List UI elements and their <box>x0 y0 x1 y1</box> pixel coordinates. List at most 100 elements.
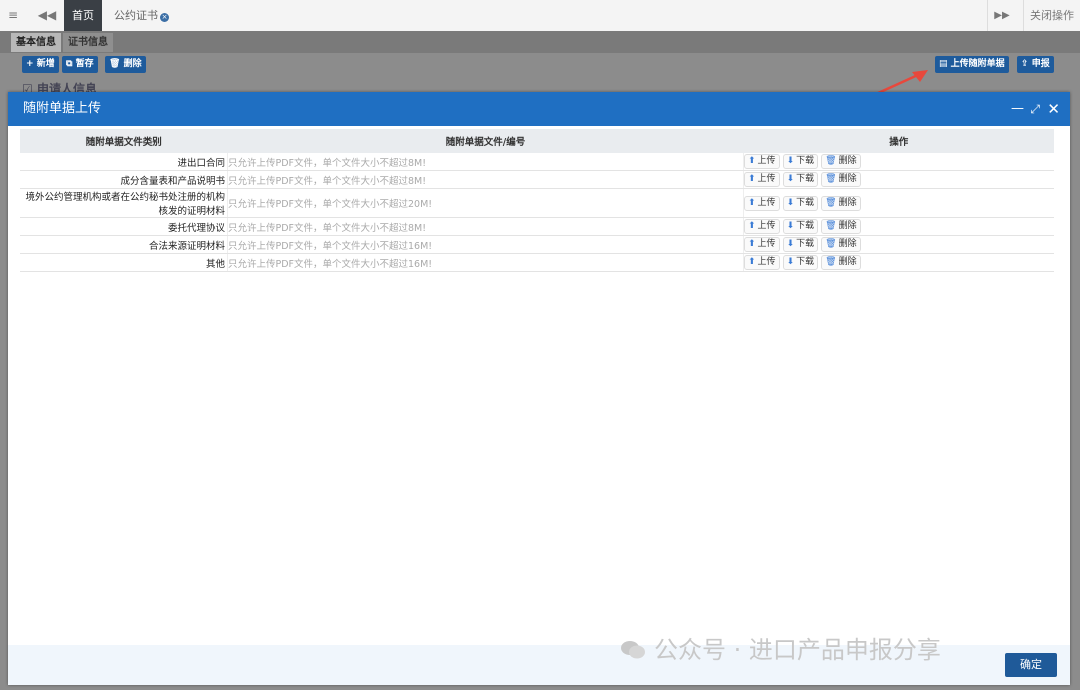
trash-icon: 🗑 <box>825 257 837 267</box>
upload-dialog: 随附单据上传 — ⤢ ✕ 随附单据文件类别 随附单据文件/编号 操作 进出口合同… <box>8 92 1070 685</box>
delete-button[interactable]: 🗑 删除 <box>821 195 861 211</box>
download-label: 下载 <box>796 221 815 231</box>
row-ops: ⬆ 上传 ⬇ 下载 🗑 删除 <box>743 235 1054 254</box>
double-left-icon[interactable]: ◀◀ <box>34 0 60 31</box>
row-category: 合法来源证明材料 <box>20 235 228 254</box>
attachments-table: 随附单据文件类别 随附单据文件/编号 操作 进出口合同 只允许上传PDF文件，单个… <box>20 129 1054 272</box>
trash-icon: 🗑 <box>825 221 837 231</box>
watermark: 公众号 · 进口产品申报分享 <box>620 630 941 665</box>
table-row: 进出口合同 只允许上传PDF文件，单个文件大小不超过8M! ⬆ 上传 ⬇ 下载 🗑 删除 <box>20 153 1054 171</box>
row-category: 成分含量表和产品说明书 <box>20 170 228 189</box>
delete-label: 删除 <box>838 221 857 231</box>
delete-label: 删除 <box>838 156 857 166</box>
column-header-ops: 操作 <box>743 129 1054 153</box>
download-label: 下载 <box>796 197 815 208</box>
upload-label: 上传 <box>757 221 776 231</box>
upload-docs-button[interactable]: ▤ 上传随附单据 <box>935 56 1009 73</box>
add-label: 新增 <box>36 59 55 69</box>
hamburger-icon[interactable]: ≡ <box>0 0 26 31</box>
dialog-header: 随附单据上传 — ⤢ ✕ <box>8 92 1070 126</box>
upload-icon: ⬆ <box>748 221 756 231</box>
row-ops: ⬆ 上传 ⬇ 下载 🗑 删除 <box>743 170 1054 189</box>
download-button[interactable]: ⬇ 下载 <box>782 255 819 270</box>
upload-icon: ⬆ <box>748 174 756 184</box>
subtab-cert-info[interactable]: 证书信息 <box>63 33 113 52</box>
tab-cert[interactable]: 公约证书 × <box>108 0 175 31</box>
download-button[interactable]: ⬇ 下载 <box>782 237 819 252</box>
column-header-file: 随附单据文件/编号 <box>227 129 744 153</box>
double-right-icon[interactable]: ▶▶ <box>987 0 1016 31</box>
delete-button[interactable]: 🗑 删除 <box>821 237 861 252</box>
upload-label: 上传 <box>757 257 776 267</box>
close-icon[interactable]: ✕ <box>1047 92 1060 126</box>
download-icon: ⬇ <box>786 257 795 267</box>
add-button[interactable]: + 新增 <box>22 56 59 73</box>
delete-button[interactable]: 🗑 删除 <box>821 154 861 169</box>
subtab-basic-info[interactable]: 基本信息 <box>11 33 61 52</box>
trash-icon: 🗑 <box>825 239 837 249</box>
download-label: 下载 <box>796 174 815 184</box>
row-hint: 只允许上传PDF文件，单个文件大小不超过8M! <box>227 217 744 236</box>
download-button[interactable]: ⬇ 下载 <box>782 154 819 169</box>
download-button[interactable]: ⬇ 下载 <box>782 219 819 234</box>
save-draft-button[interactable]: ⧉ 暂存 <box>62 56 98 73</box>
delete-label: 删除 <box>838 239 857 249</box>
download-icon: ⬇ <box>786 197 795 208</box>
row-category: 其他 <box>20 253 228 272</box>
delete-label: 删除 <box>838 257 857 267</box>
upload-button[interactable]: ⬆ 上传 <box>744 219 780 234</box>
row-ops: ⬆ 上传 ⬇ 下载 🗑 删除 <box>743 188 1054 218</box>
tab-cert-label: 公约证书 <box>114 9 158 22</box>
close-icon[interactable]: × <box>160 13 169 22</box>
upload-button[interactable]: ⬆ 上传 <box>744 255 780 270</box>
declare-button[interactable]: ⇪ 申报 <box>1017 56 1054 73</box>
table-row: 成分含量表和产品说明书 只允许上传PDF文件，单个文件大小不超过8M! ⬆ 上传 ⬇ 下载… <box>20 170 1054 189</box>
subtab-bar <box>0 31 1080 53</box>
row-ops: ⬆ 上传 ⬇ 下载 🗑 删除 <box>743 253 1054 272</box>
table-row: 其他 只允许上传PDF文件，单个文件大小不超过16M! ⬆ 上传 ⬇ 下载 🗑 删除 <box>20 253 1054 272</box>
row-category: 委托代理协议 <box>20 217 228 236</box>
download-button[interactable]: ⬇ 下载 <box>782 172 819 187</box>
upload-docs-label: 上传随附单据 <box>950 59 1005 69</box>
upload-button[interactable]: ⬆ 上传 <box>744 195 780 211</box>
download-button[interactable]: ⬇ 下载 <box>782 195 819 211</box>
watermark-text: 公众号 · 进口产品申报分享 <box>654 636 941 664</box>
table-row: 委托代理协议 只允许上传PDF文件，单个文件大小不超过8M! ⬆ 上传 ⬇ 下载 🗑 删除 <box>20 217 1054 236</box>
delete-button[interactable]: 🗑 删除 <box>821 255 861 270</box>
row-hint: 只允许上传PDF文件，单个文件大小不超过20M! <box>227 188 744 218</box>
download-label: 下载 <box>796 257 815 267</box>
download-icon: ⬇ <box>786 239 795 249</box>
delete-label: 删除 <box>123 59 142 69</box>
download-icon: ⬇ <box>786 221 795 231</box>
upload-icon: ⬆ <box>748 257 756 267</box>
upload-label: 上传 <box>757 156 776 166</box>
tab-home[interactable]: 首页 <box>64 0 102 31</box>
upload-button[interactable]: ⬆ 上传 <box>744 172 780 187</box>
upload-label: 上传 <box>757 239 776 249</box>
dialog-title: 随附单据上传 <box>23 101 102 116</box>
delete-button[interactable]: 🗑 删除 <box>821 172 861 187</box>
delete-label: 删除 <box>838 197 857 208</box>
row-category: 进出口合同 <box>20 153 228 171</box>
upload-icon: ⬆ <box>748 156 756 166</box>
table-row: 合法来源证明材料 只允许上传PDF文件，单个文件大小不超过16M! ⬆ 上传 ⬇ 下载 🗑 删… <box>20 235 1054 254</box>
download-label: 下载 <box>796 156 815 166</box>
row-hint: 只允许上传PDF文件，单个文件大小不超过16M! <box>227 253 744 272</box>
maximize-icon[interactable]: ⤢ <box>1030 92 1040 126</box>
upload-icon: ⬆ <box>748 239 756 249</box>
upload-button[interactable]: ⬆ 上传 <box>744 154 780 169</box>
table-row: 境外公约管理机构或者在公约秘书处注册的机构核发的证明材料 只允许上传PDF文件，单… <box>20 188 1054 218</box>
delete-button[interactable]: 🗑 删除 <box>821 219 861 234</box>
row-hint: 只允许上传PDF文件，单个文件大小不超过8M! <box>227 153 744 171</box>
delete-label: 删除 <box>838 174 857 184</box>
upload-icon: ⬆ <box>748 197 756 208</box>
upload-label: 上传 <box>757 174 776 184</box>
upload-button[interactable]: ⬆ 上传 <box>744 237 780 252</box>
trash-icon: 🗑 <box>825 174 837 184</box>
minimize-icon[interactable]: — <box>1011 92 1024 126</box>
close-ops-button[interactable]: 关闭操作 <box>1023 0 1080 31</box>
delete-button[interactable]: 🗑 删除 <box>105 56 146 73</box>
row-category: 境外公约管理机构或者在公约秘书处注册的机构核发的证明材料 <box>20 188 228 218</box>
confirm-button[interactable]: 确定 <box>1005 653 1057 677</box>
column-header-category: 随附单据文件类别 <box>20 129 228 153</box>
